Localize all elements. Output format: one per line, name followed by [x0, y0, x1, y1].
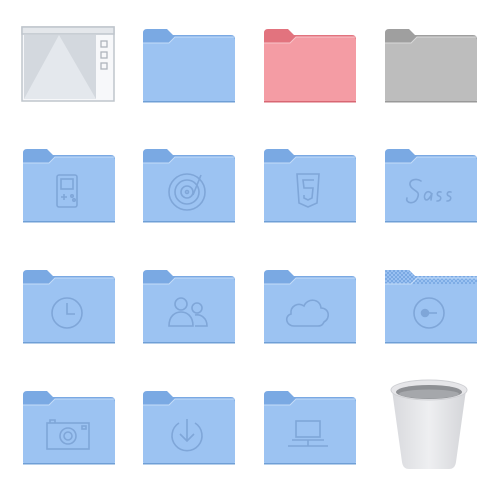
folder-red-icon[interactable] — [258, 17, 358, 117]
folder-locked-icon[interactable] — [379, 258, 479, 358]
folder-sass-icon[interactable] — [379, 137, 479, 237]
folder-network-icon[interactable] — [258, 379, 358, 479]
folder-users-icon[interactable] — [137, 258, 237, 358]
folder-recent-icon[interactable] — [17, 258, 117, 358]
folder-downloads-icon[interactable] — [137, 379, 237, 479]
folder-gray-icon[interactable] — [379, 17, 479, 117]
icon-grid — [0, 0, 500, 500]
folder-pictures-icon[interactable] — [17, 379, 117, 479]
folder-html5-icon[interactable] — [258, 137, 358, 237]
folder-cloud-icon[interactable] — [258, 258, 358, 358]
folder-music-icon[interactable] — [137, 137, 237, 237]
folder-icon[interactable] — [137, 17, 237, 117]
trash-icon[interactable] — [379, 379, 479, 479]
window-icon[interactable] — [17, 17, 117, 117]
folder-games-icon[interactable] — [17, 137, 117, 237]
